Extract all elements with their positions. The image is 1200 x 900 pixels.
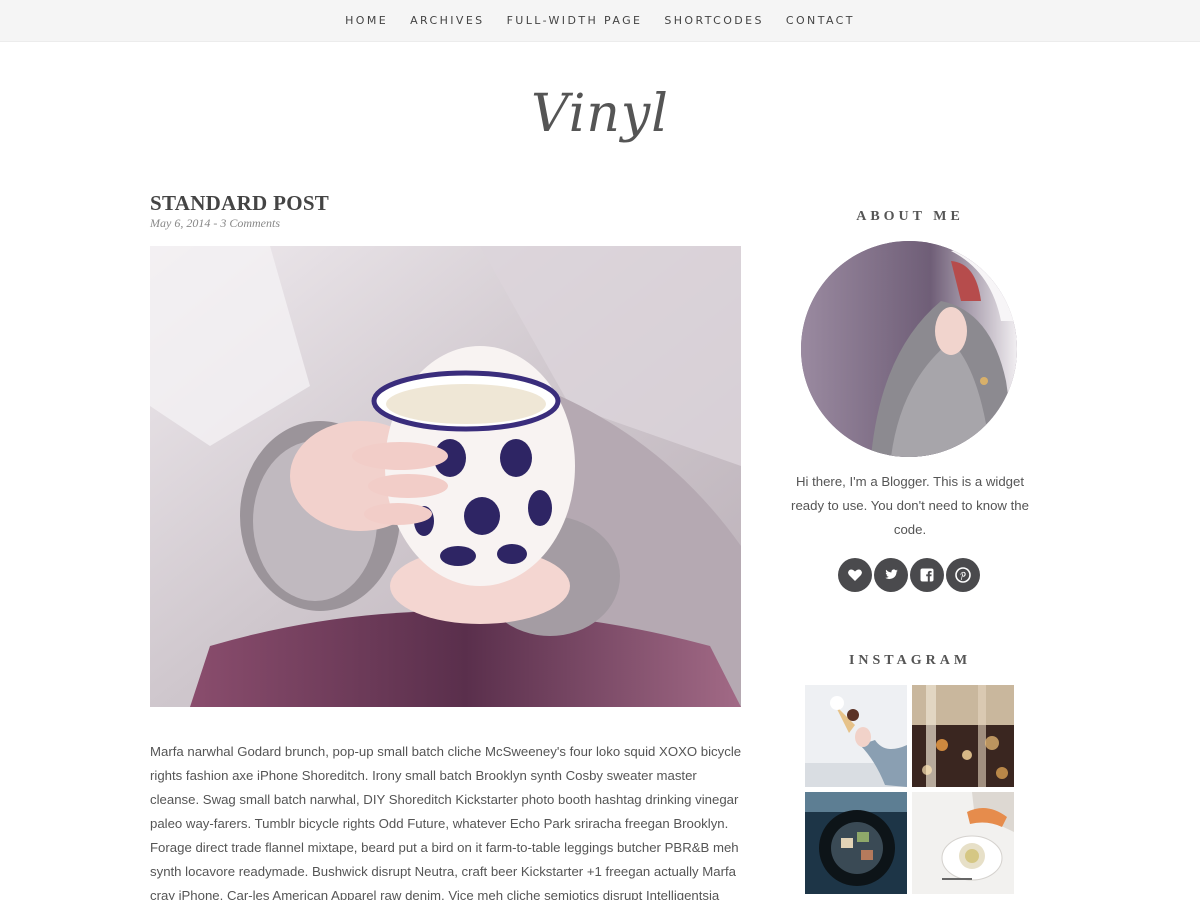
heart-icon — [848, 569, 862, 581]
instagram-photo-plate — [805, 792, 907, 894]
instagram-title: INSTAGRAM — [848, 653, 972, 668]
post-comments-link[interactable]: 3 Comments — [220, 216, 280, 230]
nav-shortcodes[interactable]: SHORTCODES — [653, 14, 775, 27]
instagram-photo[interactable] — [805, 685, 907, 787]
avatar-illustration — [801, 241, 1017, 457]
about-me-title: ABOUT ME — [856, 209, 964, 224]
instagram-photo-bokeh — [912, 685, 1014, 787]
instagram-photo[interactable] — [912, 792, 1014, 894]
about-me-avatar — [801, 241, 1017, 457]
pinterest-icon — [955, 567, 971, 583]
post-meta: May 6, 2014 - 3 Comments — [150, 216, 280, 231]
nav-full-width-page[interactable]: FULL-WIDTH PAGE — [496, 14, 654, 27]
instagram-photo[interactable] — [805, 792, 907, 894]
facebook-icon — [920, 568, 934, 582]
instagram-photo-ice-cream — [805, 685, 907, 787]
post-date[interactable]: May 6, 2014 — [150, 216, 210, 230]
pinterest-button[interactable] — [946, 558, 980, 592]
featured-image-illustration — [150, 246, 741, 707]
instagram-photo-coffee — [912, 792, 1014, 894]
about-me-text: Hi there, I'm a Blogger. This is a widge… — [791, 474, 1029, 537]
site-logo[interactable]: Vinyl — [0, 84, 1200, 144]
nav-home[interactable]: HOME — [334, 14, 399, 27]
nav-archives[interactable]: ARCHIVES — [399, 14, 495, 27]
instagram-photo[interactable] — [912, 685, 1014, 787]
post-title[interactable]: STANDARD POST — [150, 191, 329, 216]
post-body-text: Marfa narwhal Godard brunch, pop-up smal… — [150, 744, 742, 900]
twitter-button[interactable] — [874, 558, 908, 592]
instagram-grid — [805, 685, 1015, 894]
nav-contact[interactable]: CONTACT — [775, 14, 866, 27]
twitter-icon — [885, 569, 898, 580]
bloglovin-button[interactable] — [838, 558, 872, 592]
meta-separator: - — [210, 216, 221, 230]
facebook-button[interactable] — [910, 558, 944, 592]
social-links — [838, 558, 980, 592]
top-navigation: HOME ARCHIVES FULL-WIDTH PAGE SHORTCODES… — [0, 0, 1200, 42]
featured-image[interactable] — [150, 246, 741, 707]
